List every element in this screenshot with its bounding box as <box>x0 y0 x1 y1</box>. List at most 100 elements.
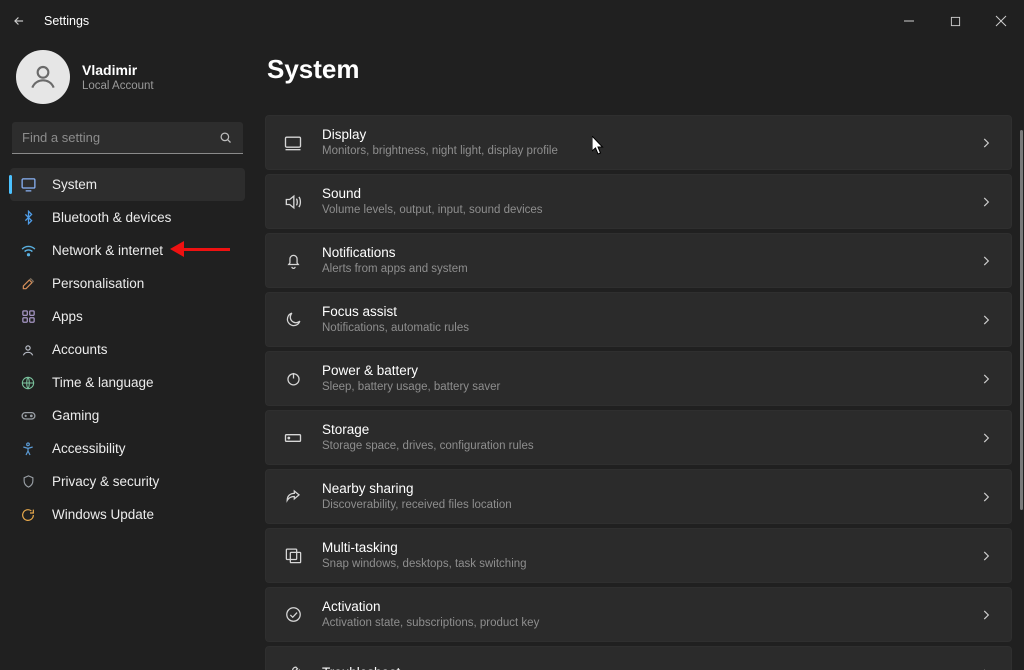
check-circle-icon <box>280 605 306 624</box>
sidebar-item-gaming[interactable]: Gaming <box>10 399 245 432</box>
globe-icon <box>18 373 38 393</box>
panel-storage[interactable]: StorageStorage space, drives, configurat… <box>265 410 1012 465</box>
sidebar-item-windows-update[interactable]: Windows Update <box>10 498 245 531</box>
chevron-right-icon <box>979 608 993 622</box>
user-account-type: Local Account <box>82 80 154 92</box>
sidebar-item-personalisation[interactable]: Personalisation <box>10 267 245 300</box>
search-icon <box>218 130 233 145</box>
wrench-icon <box>280 664 306 670</box>
update-icon <box>18 505 38 525</box>
panel-subtitle: Activation state, subscriptions, product… <box>322 616 979 630</box>
paintbrush-icon <box>18 274 38 294</box>
panel-subtitle: Storage space, drives, configuration rul… <box>322 439 979 453</box>
power-icon <box>280 369 306 388</box>
panel-display[interactable]: DisplayMonitors, brightness, night light… <box>265 115 1012 170</box>
sidebar-item-system[interactable]: System <box>10 168 245 201</box>
chevron-right-icon <box>979 313 993 327</box>
sidebar: Vladimir Local Account System Bluetooth … <box>0 42 255 670</box>
sidebar-item-label: Personalisation <box>52 276 144 291</box>
panel-subtitle: Snap windows, desktops, task switching <box>322 557 979 571</box>
scrollbar[interactable] <box>1020 130 1023 510</box>
sidebar-item-label: Accounts <box>52 342 108 357</box>
panel-title: Focus assist <box>322 304 979 321</box>
panel-title: Storage <box>322 422 979 439</box>
wifi-icon <box>18 241 38 261</box>
panel-title: Power & battery <box>322 363 979 380</box>
chevron-right-icon <box>979 136 993 150</box>
back-button[interactable] <box>10 14 28 28</box>
sidebar-item-label: Network & internet <box>52 243 163 258</box>
system-icon <box>18 175 38 195</box>
bluetooth-icon <box>18 208 38 228</box>
sound-icon <box>280 192 306 212</box>
chevron-right-icon <box>979 549 993 563</box>
bell-icon <box>280 251 306 270</box>
main-content: System DisplayMonitors, brightness, nigh… <box>255 42 1024 670</box>
panel-title: Nearby sharing <box>322 481 979 498</box>
panel-subtitle: Discoverability, received files location <box>322 498 979 512</box>
panel-title: Display <box>322 127 979 144</box>
sidebar-item-accounts[interactable]: Accounts <box>10 333 245 366</box>
user-name: Vladimir <box>82 62 154 80</box>
panel-multitasking[interactable]: Multi-taskingSnap windows, desktops, tas… <box>265 528 1012 583</box>
page-title: System <box>267 54 1012 85</box>
accounts-icon <box>18 340 38 360</box>
panel-power-battery[interactable]: Power & batterySleep, battery usage, bat… <box>265 351 1012 406</box>
close-button[interactable] <box>978 5 1024 37</box>
chevron-right-icon <box>979 195 993 209</box>
chevron-right-icon <box>979 372 993 386</box>
gaming-icon <box>18 406 38 426</box>
sidebar-item-label: Gaming <box>52 408 99 423</box>
display-icon <box>280 133 306 153</box>
app-title: Settings <box>44 14 89 28</box>
sidebar-item-label: Time & language <box>52 375 154 390</box>
panel-title: Sound <box>322 186 979 203</box>
shield-icon <box>18 472 38 492</box>
sidebar-item-bluetooth-devices[interactable]: Bluetooth & devices <box>10 201 245 234</box>
avatar <box>16 50 70 104</box>
panel-subtitle: Notifications, automatic rules <box>322 321 979 335</box>
panel-title: Troubleshoot <box>322 665 979 670</box>
user-account-row[interactable]: Vladimir Local Account <box>10 48 245 118</box>
panel-subtitle: Volume levels, output, input, sound devi… <box>322 203 979 217</box>
sidebar-item-label: Windows Update <box>52 507 154 522</box>
panel-title: Multi-tasking <box>322 540 979 557</box>
chevron-right-icon <box>979 254 993 268</box>
storage-icon <box>280 428 306 448</box>
panel-notifications[interactable]: NotificationsAlerts from apps and system <box>265 233 1012 288</box>
panel-troubleshoot[interactable]: Troubleshoot <box>265 646 1012 670</box>
chevron-right-icon <box>979 667 993 670</box>
multitasking-icon <box>280 546 306 565</box>
panel-title: Activation <box>322 599 979 616</box>
sidebar-item-privacy-security[interactable]: Privacy & security <box>10 465 245 498</box>
titlebar: Settings <box>0 0 1024 42</box>
accessibility-icon <box>18 439 38 459</box>
sidebar-item-accessibility[interactable]: Accessibility <box>10 432 245 465</box>
panel-focus-assist[interactable]: Focus assistNotifications, automatic rul… <box>265 292 1012 347</box>
panel-title: Notifications <box>322 245 979 262</box>
sidebar-item-label: Accessibility <box>52 441 126 456</box>
search-input[interactable] <box>12 122 243 154</box>
panel-activation[interactable]: ActivationActivation state, subscription… <box>265 587 1012 642</box>
minimize-button[interactable] <box>886 5 932 37</box>
moon-icon <box>280 310 306 329</box>
panel-nearby-sharing[interactable]: Nearby sharingDiscoverability, received … <box>265 469 1012 524</box>
sidebar-item-label: System <box>52 177 97 192</box>
sidebar-item-apps[interactable]: Apps <box>10 300 245 333</box>
panel-sound[interactable]: SoundVolume levels, output, input, sound… <box>265 174 1012 229</box>
maximize-button[interactable] <box>932 5 978 37</box>
sidebar-item-label: Apps <box>52 309 83 324</box>
settings-panel-list: DisplayMonitors, brightness, night light… <box>265 115 1012 670</box>
apps-icon <box>18 307 38 327</box>
sidebar-item-network-internet[interactable]: Network & internet <box>10 234 245 267</box>
chevron-right-icon <box>979 431 993 445</box>
panel-subtitle: Monitors, brightness, night light, displ… <box>322 144 979 158</box>
share-icon <box>280 487 306 506</box>
panel-subtitle: Alerts from apps and system <box>322 262 979 276</box>
panel-subtitle: Sleep, battery usage, battery saver <box>322 380 979 394</box>
sidebar-item-label: Privacy & security <box>52 474 159 489</box>
chevron-right-icon <box>979 490 993 504</box>
sidebar-item-label: Bluetooth & devices <box>52 210 171 225</box>
sidebar-item-time-language[interactable]: Time & language <box>10 366 245 399</box>
sidebar-nav: System Bluetooth & devices Network & int… <box>10 168 245 531</box>
